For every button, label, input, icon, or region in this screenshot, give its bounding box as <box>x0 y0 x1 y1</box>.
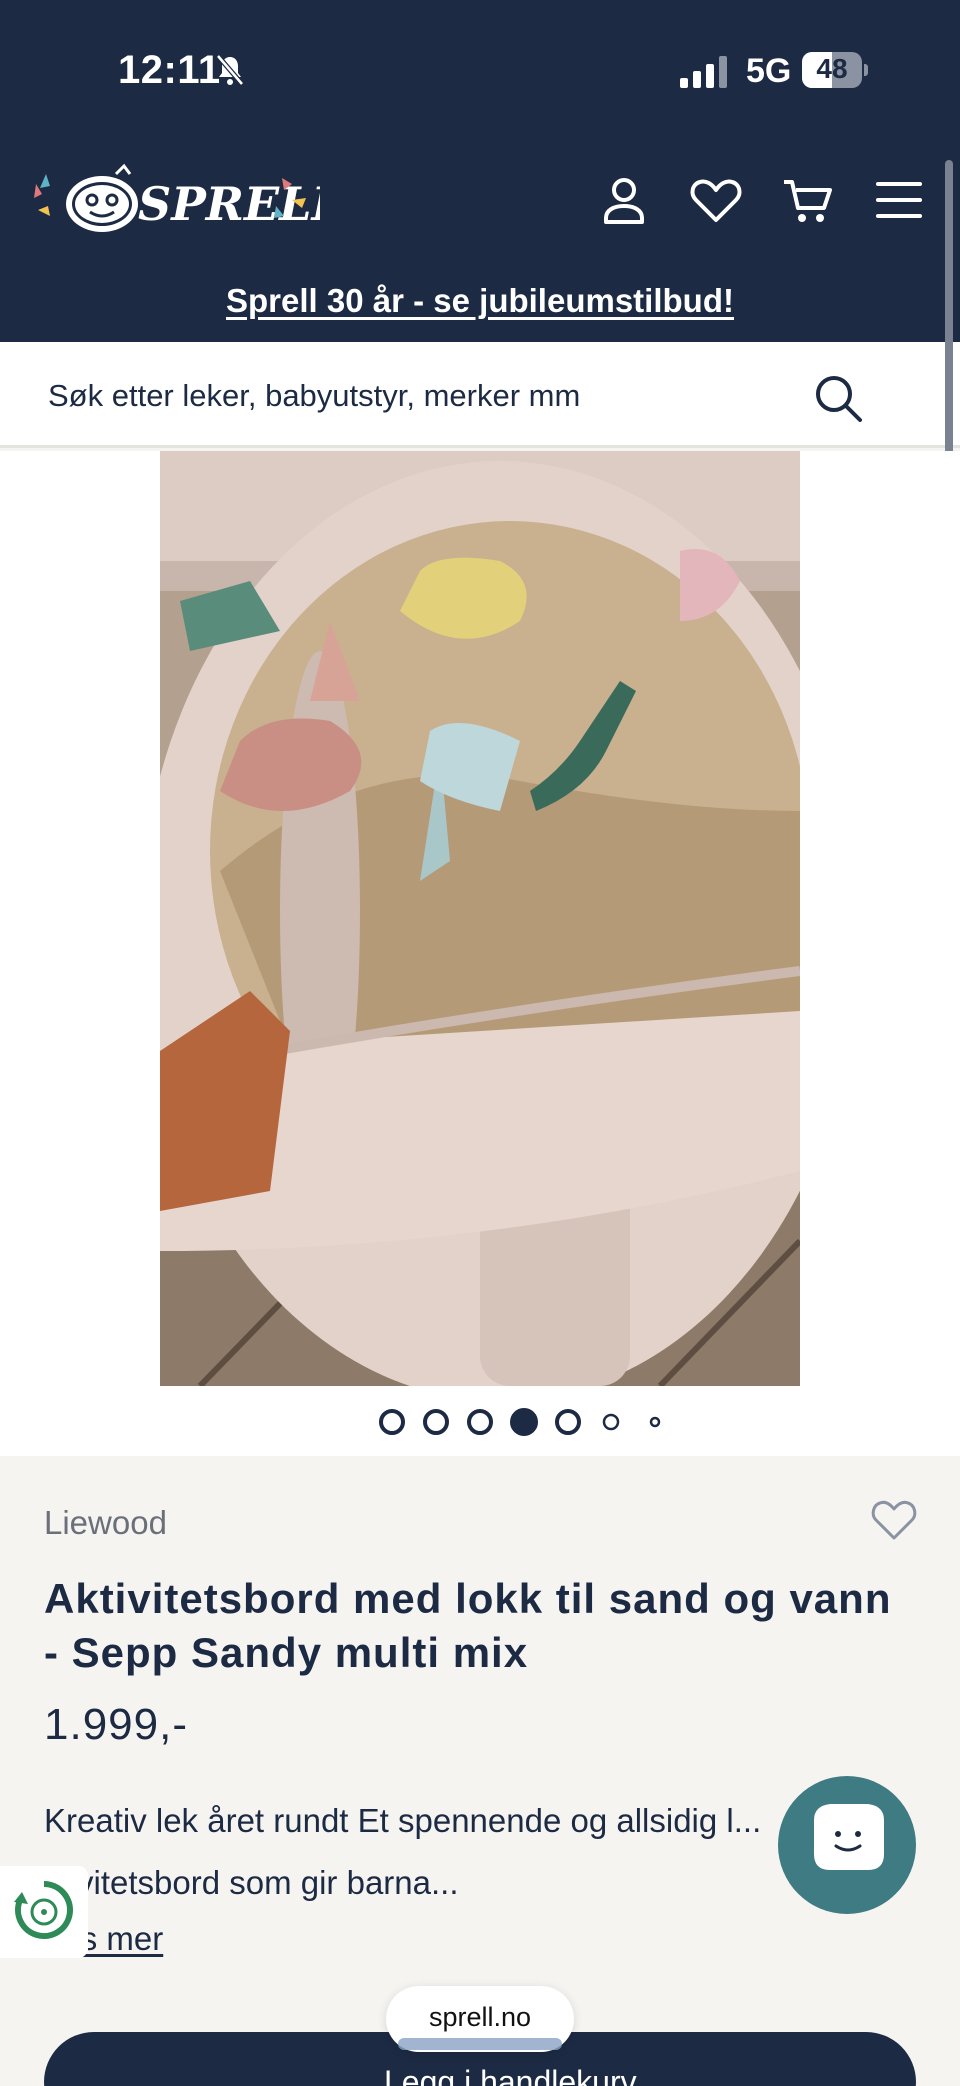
browser-home-indicator <box>398 2038 562 2050</box>
pagination-dot[interactable] <box>602 1413 620 1431</box>
chat-bubble-icon[interactable] <box>778 1776 916 1914</box>
add-to-cart-label: Legg i handlekurv <box>384 2064 637 2086</box>
pagination-dot[interactable] <box>510 1408 538 1436</box>
product-price: 1.999,- <box>44 1700 188 1749</box>
pagination-dot[interactable] <box>379 1409 405 1435</box>
product-image[interactable] <box>160 451 800 1386</box>
sprell-logo[interactable]: SPRELL <box>30 160 320 240</box>
search-icon[interactable] <box>812 372 864 424</box>
svg-text:SPRELL: SPRELL <box>138 177 320 231</box>
wishlist-heart-icon[interactable] <box>870 1498 918 1542</box>
promo-banner-link[interactable]: Sprell 30 år - se jubileumstilbud! <box>0 282 960 320</box>
pagination-dot[interactable] <box>649 1416 661 1428</box>
pagination-dot[interactable] <box>467 1409 493 1435</box>
browser-url[interactable]: sprell.no <box>386 2002 574 2033</box>
search-input[interactable] <box>48 374 808 418</box>
gallery-pagination[interactable] <box>0 1404 960 1440</box>
pagination-dot[interactable] <box>423 1409 449 1435</box>
battery-icon: 48 <box>802 52 868 88</box>
product-title: Aktivitetsbord med lokk til sand og vann… <box>44 1575 892 1676</box>
cart-icon[interactable] <box>780 172 836 228</box>
network-type: 5G <box>746 52 792 90</box>
menu-icon[interactable] <box>872 172 928 228</box>
account-icon[interactable] <box>596 172 652 228</box>
battery-level: 48 <box>816 53 848 84</box>
product-brand[interactable]: Liewood <box>44 1504 167 1542</box>
pagination-dot[interactable] <box>555 1409 581 1435</box>
product-gallery[interactable] <box>0 451 960 1456</box>
status-time: 12:11 <box>118 48 221 92</box>
recycle-badge-icon[interactable] <box>0 1866 88 1958</box>
signal-icon <box>680 56 727 88</box>
product-description: Kreativ lek året rundt Et spennende og a… <box>44 1802 762 1901</box>
status-bar: 12:11 5G 48 <box>0 0 960 140</box>
silent-bell-icon <box>216 54 244 86</box>
heart-icon[interactable] <box>688 172 744 228</box>
